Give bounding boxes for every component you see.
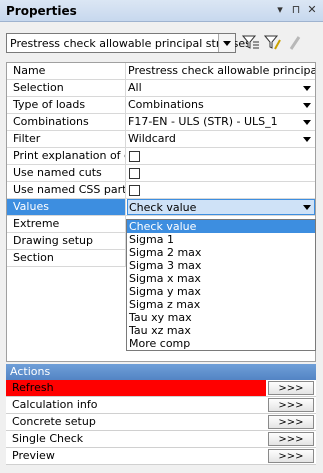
single-check-button[interactable]: >>> [268, 432, 314, 446]
property-value[interactable]: Wildcard [127, 131, 315, 147]
property-value[interactable]: Prestress check allowable principal s... [127, 63, 315, 79]
property-row-type-of-loads[interactable]: Type of loads Combinations [7, 97, 315, 114]
property-value [127, 148, 315, 164]
checkbox[interactable] [129, 151, 140, 162]
close-icon[interactable]: ✕ [305, 3, 319, 17]
property-value[interactable]: F17-EN - ULS (STR) - ULS_1 [127, 114, 315, 130]
property-row-filter[interactable]: Filter Wildcard [7, 131, 315, 148]
concrete-setup-button[interactable]: >>> [268, 415, 314, 429]
property-label: Drawing setup [7, 233, 126, 249]
property-row-print-explanation[interactable]: Print explanation of e... [7, 148, 315, 165]
filter-edit-icon[interactable] [264, 34, 282, 52]
property-label: Name [7, 63, 126, 79]
dropdown-option[interactable]: Sigma z max [127, 298, 315, 311]
property-value[interactable]: All [127, 80, 315, 96]
dropdown-option[interactable]: More comp [127, 337, 315, 350]
panel-titlebar: Properties ▾ ⊓ ✕ [0, 0, 323, 22]
property-label: Selection [7, 80, 126, 96]
chevron-down-icon[interactable] [301, 201, 313, 213]
action-row-refresh[interactable]: Refresh >>> [6, 380, 316, 397]
action-label: Preview [12, 449, 55, 462]
property-row-values[interactable]: Values Check value [7, 199, 315, 216]
refresh-button[interactable]: >>> [268, 381, 314, 395]
dropdown-option[interactable]: Sigma 3 max [127, 259, 315, 272]
action-row-single-check[interactable]: Single Check >>> [6, 431, 316, 448]
property-value [127, 165, 315, 181]
autohide-icon[interactable]: ⊓ [289, 3, 303, 17]
action-label: Concrete setup [12, 415, 96, 428]
property-label: Combinations [7, 114, 126, 130]
dropdown-option[interactable]: Tau xz max [127, 324, 315, 337]
pin-icon[interactable]: ▾ [273, 3, 287, 17]
property-value[interactable]: Check value [127, 199, 315, 215]
property-row-combinations[interactable]: Combinations F17-EN - ULS (STR) - ULS_1 [7, 114, 315, 131]
property-label: Filter [7, 131, 126, 147]
property-label: Section [7, 250, 126, 266]
dropdown-option[interactable]: Check value [127, 220, 315, 233]
values-dropdown-list[interactable]: Check value Sigma 1 Sigma 2 max Sigma 3 … [126, 219, 316, 351]
property-label: Print explanation of e... [7, 148, 126, 164]
actions-header: Actions [6, 364, 316, 380]
property-label: Extreme [7, 216, 126, 232]
chevron-down-icon[interactable] [301, 82, 313, 94]
action-label: Refresh [6, 380, 266, 396]
checkbox[interactable] [129, 185, 140, 196]
preview-button[interactable]: >>> [268, 449, 314, 463]
action-row-calculation-info[interactable]: Calculation info >>> [6, 397, 316, 414]
chevron-down-icon[interactable] [218, 34, 235, 52]
property-row-use-named-css-parts[interactable]: Use named CSS parts [7, 182, 315, 199]
action-label: Single Check [12, 432, 84, 445]
property-label: Use named CSS parts [7, 182, 126, 198]
dropdown-option[interactable]: Sigma y max [127, 285, 315, 298]
dropdown-option[interactable]: Sigma 1 [127, 233, 315, 246]
property-row-name[interactable]: Name Prestress check allowable principal… [7, 63, 315, 80]
action-row-concrete-setup[interactable]: Concrete setup >>> [6, 414, 316, 431]
toolbar: Prestress check allowable principal stre… [0, 23, 323, 63]
property-label: Type of loads [7, 97, 126, 113]
property-label: Use named cuts [7, 165, 126, 181]
dropdown-option[interactable]: Sigma 2 max [127, 246, 315, 259]
action-label: Calculation info [12, 398, 98, 411]
property-value[interactable]: Combinations [127, 97, 315, 113]
pencil-icon[interactable] [286, 34, 304, 52]
property-value [127, 182, 315, 198]
dropdown-option[interactable]: Tau xy max [127, 311, 315, 324]
property-row-selection[interactable]: Selection All [7, 80, 315, 97]
panel-title: Properties [6, 4, 77, 18]
action-row-preview[interactable]: Preview >>> [6, 448, 316, 465]
checkbox[interactable] [129, 168, 140, 179]
command-selector-value: Prestress check allowable principal stre… [10, 37, 251, 50]
property-row-use-named-cuts[interactable]: Use named cuts [7, 165, 315, 182]
chevron-down-icon[interactable] [301, 99, 313, 111]
dropdown-option[interactable]: Sigma x max [127, 272, 315, 285]
chevron-down-icon[interactable] [301, 133, 313, 145]
property-label: Values [7, 199, 126, 215]
filter-list-icon[interactable] [242, 34, 260, 52]
command-selector[interactable]: Prestress check allowable principal stre… [6, 33, 251, 53]
calculation-info-button[interactable]: >>> [268, 398, 314, 412]
chevron-down-icon[interactable] [301, 116, 313, 128]
